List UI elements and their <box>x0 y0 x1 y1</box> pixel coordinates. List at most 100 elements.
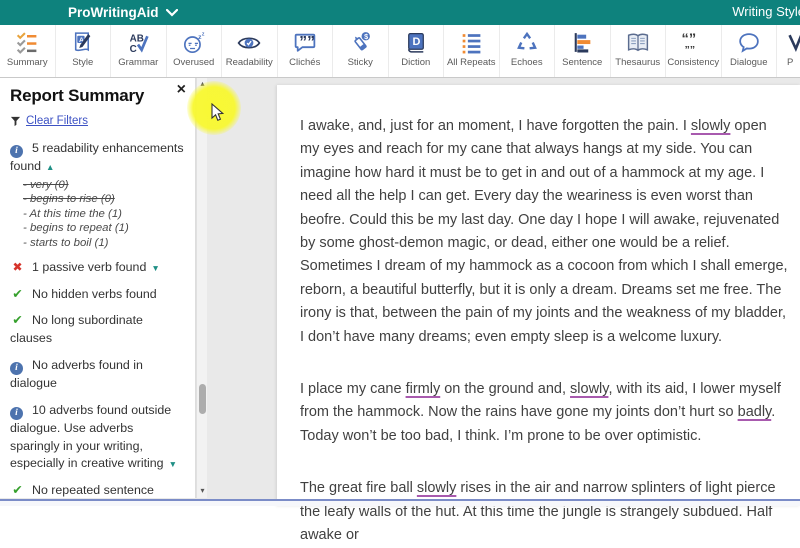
finding-text: No hidden verbs found <box>32 286 157 301</box>
reports-toolbar: Summary A Style AB C Grammar z z Overused Readabi… <box>0 25 800 78</box>
toolbar-item-overused[interactable]: z z Overused <box>167 25 222 77</box>
toolbar-item-label: Thesaurus <box>615 57 661 68</box>
cliches-icon: ”” <box>292 28 318 57</box>
consistency-icon: “””” <box>680 28 706 57</box>
adverb-highlight[interactable]: badly <box>738 404 772 420</box>
finding-text: No adverbs found in dialogue <box>10 357 143 391</box>
svg-text:””: ”” <box>299 34 315 51</box>
finding-text: 5 readability enhancements found <box>10 141 184 174</box>
info-icon: i <box>10 145 23 159</box>
document-text[interactable]: I awake, and, just for an moment, I have… <box>277 85 800 548</box>
toolbar-item-label: Sticky <box>347 57 373 68</box>
error-x-icon: ✖ <box>12 260 23 275</box>
svg-text:$: $ <box>364 32 368 41</box>
finding-text: 10 adverbs found outside dialogue. Use a… <box>10 402 172 471</box>
finding-subitem[interactable]: - starts to boil (1) <box>23 237 186 250</box>
toolbar-item-label: Grammar <box>118 57 159 68</box>
toolbar-item-style[interactable]: A Style <box>56 25 111 77</box>
toolbar-item-summary[interactable]: Summary <box>0 25 56 77</box>
paragraph: I place my cane firmly on the ground and… <box>300 381 781 444</box>
toolbar-item-label: Dialogue <box>730 57 768 68</box>
finding-text: No long subordinate clauses <box>10 313 143 346</box>
finding-item: ✔ No long subordinate clauses <box>10 312 186 347</box>
summary-icon <box>14 28 40 57</box>
toggle-down-icon[interactable]: ▼ <box>169 459 177 469</box>
finding-subitem[interactable]: - begins to rise (0) <box>23 193 186 206</box>
scroll-up-icon[interactable]: ▴ <box>197 79 208 88</box>
main-content: Report Summary × Clear Filters i5 readab… <box>0 78 800 543</box>
check-icon: ✔ <box>12 313 23 328</box>
finding-subitem[interactable]: - very (0) <box>23 179 186 192</box>
paragraph: I awake, and, just for an moment, I have… <box>300 118 788 345</box>
finding-subitem[interactable]: - At this time the (1) <box>23 208 186 221</box>
svg-text:AB: AB <box>130 33 144 44</box>
check-icon: ✔ <box>12 286 23 301</box>
svg-text:D: D <box>412 36 420 48</box>
svg-text:””: ”” <box>685 45 695 55</box>
sentence-icon <box>569 28 595 57</box>
style-icon: A <box>70 28 96 57</box>
readability-icon <box>236 28 262 57</box>
toolbar-item-label: All Repeats <box>446 57 496 68</box>
toolbar-item-readability[interactable]: Readability <box>222 25 278 77</box>
chevron-down-icon <box>165 8 178 17</box>
toolbar-item-label: Style <box>72 57 94 68</box>
toolbar-item-echoes[interactable]: Echoes <box>500 25 555 77</box>
info-icon: i <box>10 406 23 420</box>
panel-title: Report Summary <box>10 86 145 105</box>
toolbar-item-grammar[interactable]: AB C Grammar <box>111 25 167 77</box>
finding-item: i 10 adverbs found outside dialogue. Use … <box>10 402 186 473</box>
writing-style-label[interactable]: Writing Style <box>732 4 800 19</box>
toolbar-item-label: Clichés <box>289 57 321 68</box>
report-summary-panel: Report Summary × Clear Filters i5 readab… <box>0 78 196 498</box>
toolbar-item-consistency[interactable]: “””” Consistency <box>666 25 722 77</box>
toggle-down-icon[interactable]: ▼ <box>151 263 159 273</box>
toolbar-item-label: Echoes <box>510 57 543 68</box>
allrepeats-icon <box>458 28 484 57</box>
info-icon: i <box>10 362 23 376</box>
finding-item: ✔ No repeated sentence starts found <box>10 482 186 498</box>
svg-text:z: z <box>202 32 205 38</box>
adverb-highlight[interactable]: slowly <box>570 381 608 397</box>
toolbar-item-label: Consistency <box>667 57 720 68</box>
scroll-down-icon[interactable]: ▾ <box>197 486 208 495</box>
adverb-highlight[interactable]: slowly <box>691 118 730 134</box>
toolbar-item-label: Diction <box>401 57 431 68</box>
filter-icon <box>10 116 21 126</box>
toolbar-item-diction[interactable]: D Diction <box>389 25 444 77</box>
svg-text:C: C <box>130 44 137 55</box>
top-bar: ProWritingAid Writing Style <box>0 0 800 25</box>
scrollbar-thumb[interactable] <box>199 384 206 414</box>
mouse-cursor <box>211 103 225 122</box>
toolbar-item-label: Sentence <box>562 57 603 68</box>
grammar-icon: AB C <box>125 28 151 57</box>
toolbar-item-label: Summary <box>6 57 48 68</box>
finding-subitem[interactable]: - begins to repeat (1) <box>23 222 186 235</box>
echoes-icon <box>514 28 540 57</box>
clear-filters-link[interactable]: Clear Filters <box>10 115 186 127</box>
overused-icon: zz <box>181 28 207 57</box>
adverb-highlight[interactable]: slowly <box>417 480 456 496</box>
adverb-highlight[interactable]: firmly <box>406 381 441 397</box>
toolbar-item-sentence[interactable]: Sentence <box>555 25 611 77</box>
toolbar-item-thesaurus[interactable]: Thesaurus <box>611 25 666 77</box>
toggle-up-icon[interactable]: ▲ <box>46 162 54 172</box>
sidebar-scrollbar[interactable]: ▴ ▾ <box>196 78 207 498</box>
finding-item: ✖ 1 passive verb found ▼ <box>10 259 186 277</box>
diction-icon: D <box>403 28 429 57</box>
finding-item: ✔ No hidden verbs found <box>10 286 186 304</box>
toolbar-item-label: Overused <box>173 57 215 68</box>
toolbar-item-cliches[interactable]: ”” Clichés <box>278 25 333 77</box>
toolbar-item-dialogue[interactable]: Dialogue <box>722 25 777 77</box>
toolbar-item-allrepeats[interactable]: All Repeats <box>444 25 500 77</box>
sticky-icon: $ <box>347 28 373 57</box>
thesaurus-icon <box>625 28 651 57</box>
toolbar-item-pacing[interactable]: P <box>777 25 800 77</box>
app-title: ProWritingAid <box>68 5 159 20</box>
bottom-strip <box>0 501 800 506</box>
prowritingaid-app: ProWritingAid Writing Style Summary A Styl… <box>0 0 800 543</box>
close-icon[interactable]: × <box>177 82 186 98</box>
toolbar-item-sticky[interactable]: $ Sticky <box>333 25 389 77</box>
app-menu[interactable]: ProWritingAid <box>68 5 178 20</box>
document-page[interactable]: I awake, and, just for an moment, I have… <box>277 85 800 543</box>
